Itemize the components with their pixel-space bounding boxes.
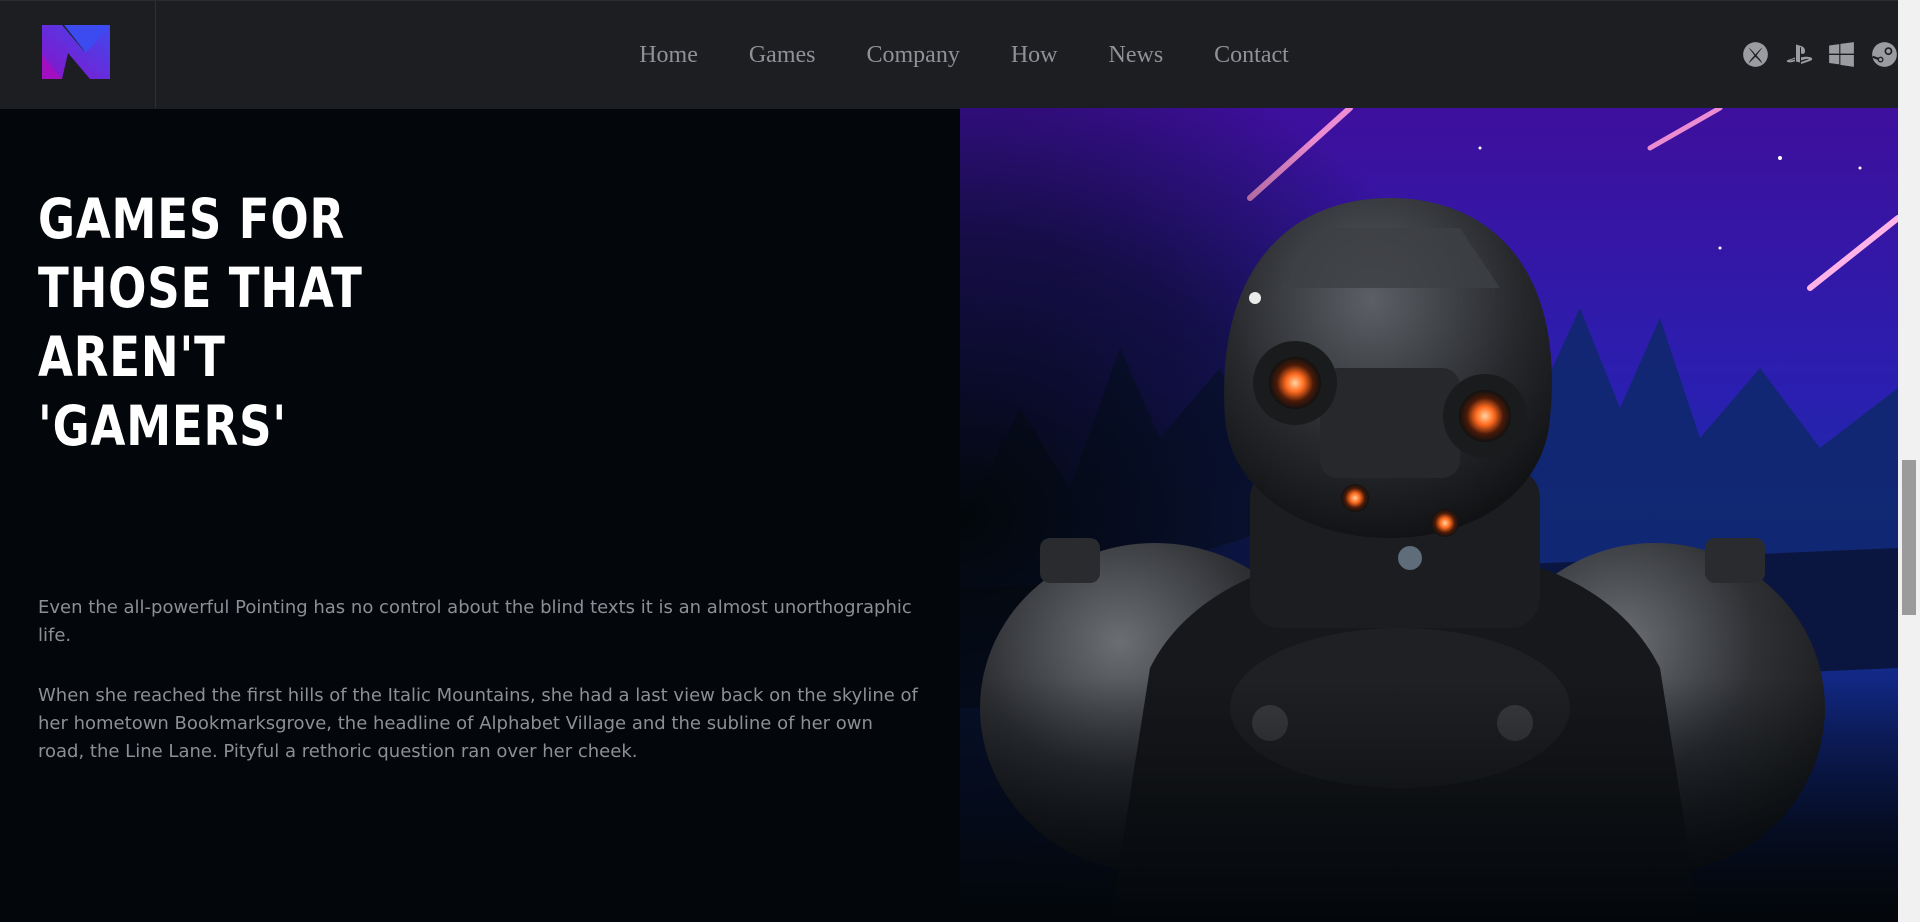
scrollbar-thumb[interactable] [1902,460,1916,615]
nav-news[interactable]: News [1109,42,1164,69]
hero-title-line-3: AREN'T [38,325,226,389]
steam-icon[interactable] [1871,41,1898,68]
hero-paragraph-2: When she reached the first hills of the … [38,685,918,762]
hero-title-line-4: 'GAMERS' [38,394,287,458]
nav-contact[interactable]: Contact [1214,42,1289,69]
nav-company[interactable]: Company [867,42,960,69]
hero-title: GAMES FOR THOSE THAT AREN'T 'GAMERS' [38,185,363,461]
hero-paragraph-1: Even the all-powerful Pointing has no co… [38,597,912,646]
playstation-icon[interactable] [1785,41,1813,68]
main-nav: Home Games Company How News Contact [0,1,1898,109]
windows-icon[interactable] [1828,41,1855,68]
top-navbar: Home Games Company How News Contact [0,0,1898,109]
xbox-icon[interactable] [1742,41,1769,68]
hero-robot-image [960,108,1898,922]
nav-games[interactable]: Games [749,42,816,69]
nav-home[interactable]: Home [639,42,698,69]
hero-title-line-2: THOSE THAT [38,256,363,320]
vertical-scrollbar[interactable] [1898,0,1920,922]
nav-how[interactable]: How [1011,42,1058,69]
hero-title-line-1: GAMES FOR [38,187,346,251]
platform-icons [1742,41,1898,68]
